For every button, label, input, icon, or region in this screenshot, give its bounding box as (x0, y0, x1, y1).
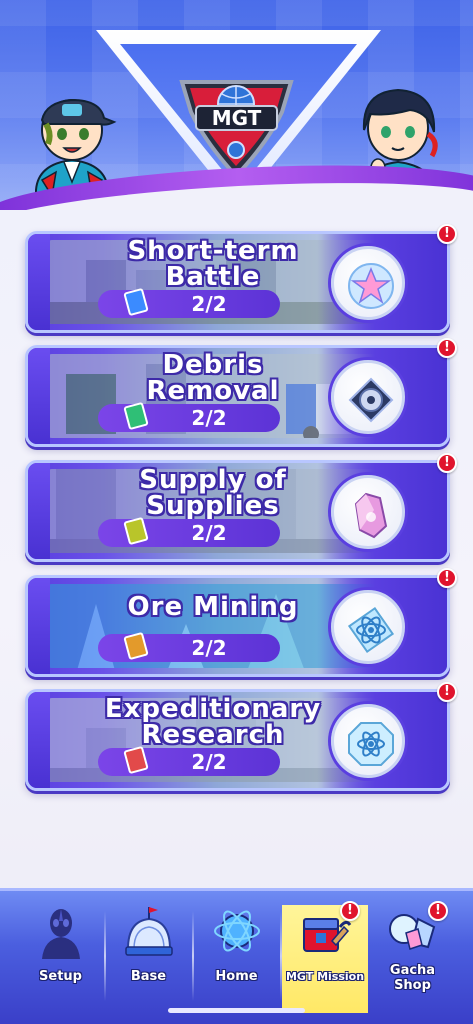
mission-card-ore-mining[interactable]: Ore Mining 2/2 ! (25, 568, 457, 677)
ultraman-silhouette-icon (42, 909, 80, 959)
pink-crystal-icon (354, 492, 388, 539)
alert-badge: ! (437, 224, 457, 244)
mission-left-bar (28, 463, 50, 559)
nav-label: Setup (39, 969, 82, 984)
mission-card-supply-of-supplies[interactable]: Supply of Supplies 2/2 ! (25, 453, 457, 562)
alert-badge: ! (437, 453, 457, 473)
mission-left-bar (28, 578, 50, 674)
disk-part-icon (348, 377, 394, 423)
mission-left-bar (28, 692, 50, 788)
mission-title: Ore Mining (127, 592, 299, 622)
dome-base-icon (125, 907, 173, 956)
logo-text: MGT (212, 106, 262, 130)
mission-title: Debris Removal (146, 350, 280, 406)
reward-button[interactable] (331, 360, 405, 434)
nav-item-mgt-mission[interactable]: MGT Mission (282, 905, 368, 1013)
nav-label: MGT Mission (285, 970, 365, 983)
alert-badge: ! (437, 338, 457, 358)
mission-title: Expeditionary Research (104, 694, 322, 750)
mission-title: Short-term Battle (127, 236, 299, 292)
nav-item-base[interactable]: Base (106, 905, 191, 993)
atom-ore-icon (347, 606, 395, 654)
header-banner: MGT (0, 0, 473, 210)
mission-card-expeditionary-research[interactable]: Expeditionary Research 2/2 ! (25, 682, 457, 791)
nav-item-home[interactable]: Home (194, 905, 279, 993)
alert-badge: ! (437, 568, 457, 588)
nav-label: Home (215, 969, 258, 984)
alert-badge: ! (437, 682, 457, 702)
mission-left-bar (28, 234, 50, 330)
bottom-nav: Setup Base Home MGT Mission ! Gacha Shop… (0, 888, 473, 1024)
reward-button[interactable] (331, 590, 405, 664)
atom-shield-icon (348, 722, 394, 766)
star-crystal-icon (348, 263, 394, 309)
reward-button[interactable] (331, 246, 405, 320)
alert-badge: ! (428, 901, 448, 921)
nav-item-setup[interactable]: Setup (18, 905, 103, 993)
mission-card-short-term-battle[interactable]: Short-term Battle 2/2 ! (25, 224, 457, 333)
nav-label: Gacha Shop (389, 963, 436, 993)
mission-card-debris-removal[interactable]: Debris Removal 2/2 ! (25, 338, 457, 447)
home-indicator[interactable] (168, 1008, 305, 1013)
mission-title: Supply of Supplies (139, 465, 287, 521)
globe-atom-icon (214, 910, 260, 952)
reward-button[interactable] (331, 475, 405, 549)
alert-badge: ! (340, 901, 360, 921)
nav-label: Base (130, 969, 167, 984)
mission-left-bar (28, 348, 50, 444)
reward-button[interactable] (331, 704, 405, 778)
